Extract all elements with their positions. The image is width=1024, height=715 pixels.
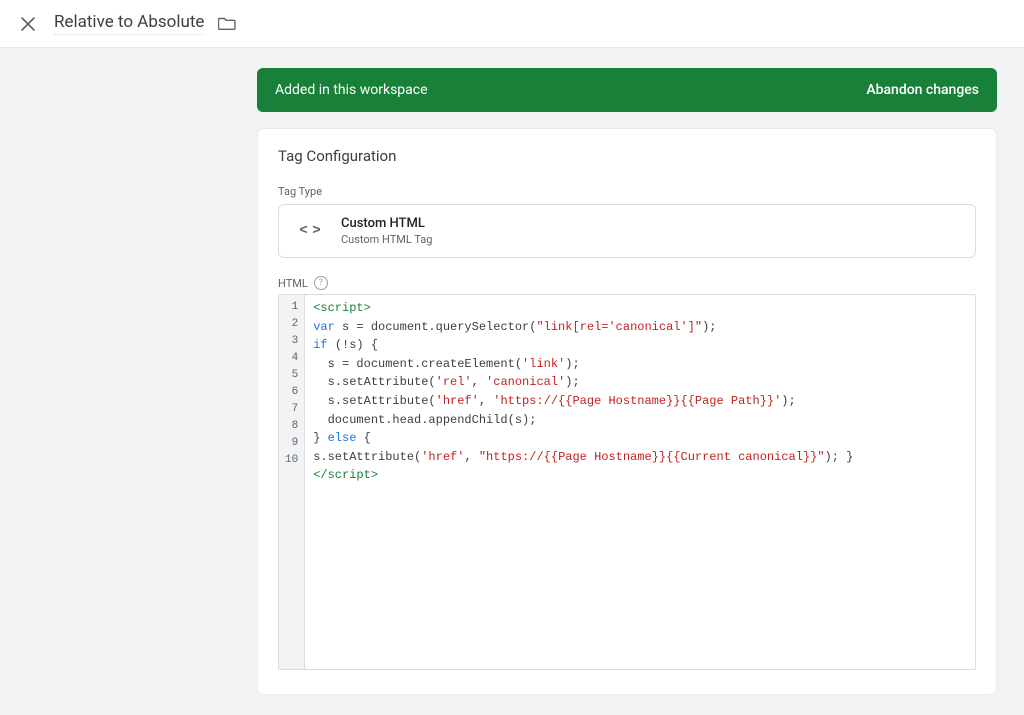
tagtype-selector[interactable]: < > Custom HTML Custom HTML Tag	[278, 204, 976, 258]
folder-button[interactable]	[218, 16, 236, 31]
html-label-row: HTML ?	[278, 276, 976, 290]
content-area: Added in this workspace Abandon changes …	[0, 48, 1024, 715]
tagtype-text: Custom HTML Custom HTML Tag	[341, 216, 432, 246]
close-button[interactable]	[14, 10, 42, 38]
folder-icon	[218, 16, 236, 31]
code-editor[interactable]: 12345678910 <script>var s = document.que…	[278, 294, 976, 670]
tag-config-card: Tag Configuration Tag Type < > Custom HT…	[257, 128, 997, 695]
abandon-changes-button[interactable]: Abandon changes	[866, 82, 979, 98]
close-icon	[21, 17, 35, 31]
html-label: HTML	[278, 277, 308, 290]
banner-message: Added in this workspace	[275, 82, 428, 98]
tagtype-label: Tag Type	[278, 185, 976, 198]
page-title[interactable]: Relative to Absolute	[54, 12, 204, 35]
panel-stack: Added in this workspace Abandon changes …	[257, 68, 997, 695]
code-brackets-icon: < >	[293, 215, 325, 247]
help-icon[interactable]: ?	[314, 276, 328, 290]
code-gutter: 12345678910	[279, 295, 305, 669]
card-title: Tag Configuration	[278, 147, 976, 165]
tagtype-sub: Custom HTML Tag	[341, 233, 432, 246]
topbar: Relative to Absolute	[0, 0, 1024, 48]
tagtype-name: Custom HTML	[341, 216, 432, 233]
workspace-banner: Added in this workspace Abandon changes	[257, 68, 997, 112]
code-body[interactable]: <script>var s = document.querySelector("…	[305, 295, 975, 669]
